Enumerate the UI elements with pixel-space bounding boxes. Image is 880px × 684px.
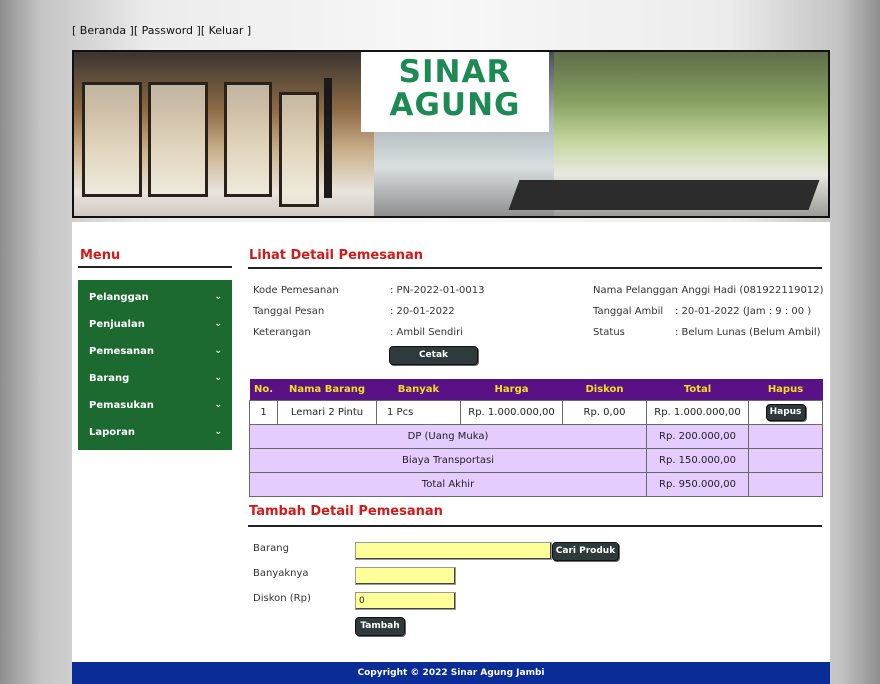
header-banner: SINAR AGUNG bbox=[72, 50, 830, 218]
summary-value: Rp. 150.000,00 bbox=[646, 448, 749, 473]
banyaknya-label: Banyaknya bbox=[253, 568, 309, 579]
banner-window bbox=[279, 92, 319, 207]
chevron-down-icon: ⌄ bbox=[214, 319, 222, 329]
col-header-total: Total bbox=[646, 379, 749, 401]
ambil-label: Tanggal Ambil bbox=[593, 306, 664, 317]
sidebar-item-label: Pemesanan bbox=[89, 346, 154, 357]
sidebar-item-label: Pelanggan bbox=[89, 292, 149, 303]
diskon-input[interactable]: 0 bbox=[355, 592, 456, 610]
diskon-label: Diskon (Rp) bbox=[253, 593, 311, 604]
keterangan-value: : Ambil Sendiri bbox=[390, 327, 464, 338]
keluar-link[interactable]: [ Keluar ] bbox=[201, 24, 251, 37]
summary-blank bbox=[748, 424, 823, 449]
summary-row-total: Total Akhir Rp. 950.000,00 bbox=[249, 472, 823, 497]
brand-line2: AGUNG bbox=[389, 87, 521, 123]
nama-value: : Anggi Hadi (081922119012) bbox=[675, 285, 824, 296]
kode-value: : PN-2022-01-0013 bbox=[390, 285, 485, 296]
password-link[interactable]: [ Password ] bbox=[134, 24, 201, 37]
summary-blank bbox=[748, 448, 823, 473]
col-header-harga: Harga bbox=[460, 379, 563, 401]
brand-logo: SINAR AGUNG bbox=[361, 52, 549, 132]
sidebar-item-pelanggan[interactable]: Pelanggan ⌄ bbox=[78, 284, 232, 311]
cell-harga: Rp. 1.000.000,00 bbox=[460, 400, 563, 425]
cell-no: 1 bbox=[249, 400, 278, 425]
sidebar-item-pemesanan[interactable]: Pemesanan ⌄ bbox=[78, 338, 232, 365]
cetak-pemesanan-button[interactable]: Cetak Pemesanan bbox=[389, 346, 478, 377]
col-header-banyak: Banyak bbox=[376, 379, 461, 401]
form-divider bbox=[248, 525, 822, 527]
chevron-down-icon: ⌄ bbox=[214, 346, 222, 356]
kode-label: Kode Pemesanan bbox=[253, 285, 339, 296]
cell-hapus: Hapus bbox=[748, 400, 823, 425]
detail-divider bbox=[248, 267, 822, 269]
summary-row-transport: Biaya Transportasi Rp. 150.000,00 bbox=[249, 448, 823, 473]
status-label: Status bbox=[593, 327, 625, 338]
banner-window bbox=[148, 82, 208, 197]
sidebar-item-label: Penjualan bbox=[89, 319, 145, 330]
chevron-down-icon: ⌄ bbox=[214, 427, 222, 437]
table-header-row: No. Nama Barang Banyak Harga Diskon Tota… bbox=[249, 379, 823, 401]
top-nav: [ Beranda ][ Password ][ Keluar ] bbox=[72, 24, 251, 37]
sidebar-item-label: Barang bbox=[89, 373, 130, 384]
cell-nama: Lemari 2 Pintu bbox=[277, 400, 377, 425]
summary-value: Rp. 950.000,00 bbox=[646, 472, 749, 497]
banner-window bbox=[82, 82, 142, 197]
chevron-down-icon: ⌄ bbox=[214, 400, 222, 410]
sidebar-item-penjualan[interactable]: Penjualan ⌄ bbox=[78, 311, 232, 338]
sidebar-item-pemasukan[interactable]: Pemasukan ⌄ bbox=[78, 392, 232, 419]
table-row: 1 Lemari 2 Pintu 1 Pcs Rp. 1.000.000,00 … bbox=[249, 400, 823, 425]
summary-label: DP (Uang Muka) bbox=[249, 424, 647, 449]
barang-label: Barang bbox=[253, 543, 289, 554]
sidebar-item-barang[interactable]: Barang ⌄ bbox=[78, 365, 232, 392]
col-header-no: No. bbox=[249, 379, 278, 401]
menu-divider bbox=[78, 266, 232, 268]
barang-input[interactable] bbox=[355, 542, 552, 560]
cell-diskon: Rp. 0,00 bbox=[562, 400, 647, 425]
chevron-down-icon: ⌄ bbox=[214, 292, 222, 302]
summary-label: Biaya Transportasi bbox=[249, 448, 647, 473]
sidebar-item-label: Laporan bbox=[89, 427, 135, 438]
banyaknya-input[interactable] bbox=[355, 567, 456, 585]
tanggal-value: : 20-01-2022 bbox=[390, 306, 455, 317]
sidebar-menu: Pelanggan ⌄ Penjualan ⌄ Pemesanan ⌄ Barang ⌄… bbox=[78, 280, 232, 450]
tambah-button[interactable]: Tambah bbox=[355, 617, 405, 636]
nama-label: Nama Pelanggan bbox=[593, 285, 678, 296]
cari-produk-button[interactable]: Cari Produk bbox=[552, 542, 619, 561]
col-header-diskon: Diskon bbox=[562, 379, 647, 401]
summary-label: Total Akhir bbox=[249, 472, 647, 497]
hapus-button[interactable]: Hapus bbox=[765, 404, 806, 421]
chevron-down-icon: ⌄ bbox=[214, 373, 222, 383]
summary-blank bbox=[748, 472, 823, 497]
status-value: : Belum Lunas (Belum Ambil) bbox=[675, 327, 821, 338]
menu-title: Menu bbox=[80, 248, 121, 263]
banner-frame bbox=[324, 78, 332, 198]
order-table: No. Nama Barang Banyak Harga Diskon Tota… bbox=[249, 379, 823, 497]
col-header-hapus: Hapus bbox=[748, 379, 823, 401]
tanggal-label: Tanggal Pesan bbox=[253, 306, 325, 317]
banner-photo-left bbox=[74, 52, 374, 216]
banner-table bbox=[508, 180, 820, 210]
form-title: Tambah Detail Pemesanan bbox=[249, 504, 443, 519]
sidebar-item-label: Pemasukan bbox=[89, 400, 154, 411]
ambil-value: : 20-01-2022 (Jam : 9 : 00 ) bbox=[675, 306, 812, 317]
beranda-link[interactable]: [ Beranda ] bbox=[72, 24, 134, 37]
footer: Copyright © 2022 Sinar Agung Jambi bbox=[72, 662, 830, 684]
summary-value: Rp. 200.000,00 bbox=[646, 424, 749, 449]
main-content: Menu Pelanggan ⌄ Penjualan ⌄ Pemesanan ⌄ Ba… bbox=[72, 222, 830, 662]
cell-total: Rp. 1.000.000,00 bbox=[646, 400, 749, 425]
sidebar-item-laporan[interactable]: Laporan ⌄ bbox=[78, 419, 232, 446]
col-header-nama: Nama Barang bbox=[277, 379, 377, 401]
keterangan-label: Keterangan bbox=[253, 327, 311, 338]
brand-line1: SINAR bbox=[398, 54, 512, 90]
banner-window bbox=[224, 82, 272, 197]
cell-banyak: 1 Pcs bbox=[376, 400, 461, 425]
detail-title: Lihat Detail Pemesanan bbox=[249, 248, 424, 263]
summary-row-dp: DP (Uang Muka) Rp. 200.000,00 bbox=[249, 424, 823, 449]
